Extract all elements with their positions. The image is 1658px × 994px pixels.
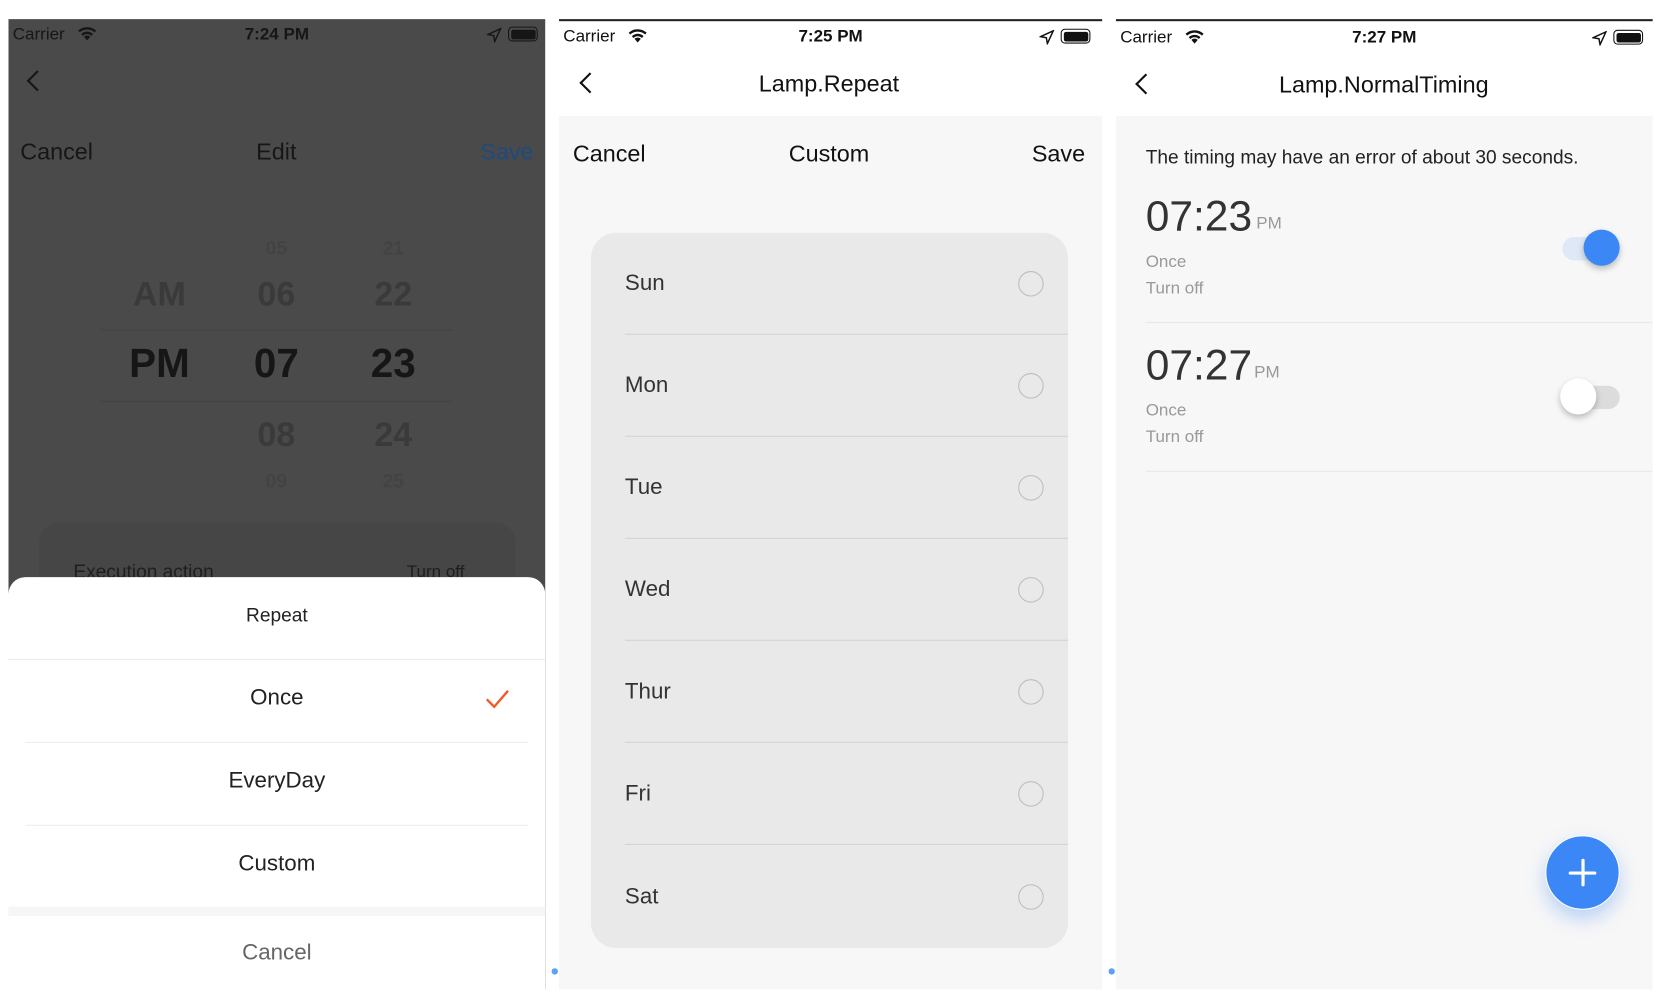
battery-icon [1613, 29, 1644, 45]
location-arrow-icon [1039, 29, 1055, 45]
day-row-wed[interactable]: Wed [591, 539, 1069, 641]
day-label: Fri [624, 781, 651, 806]
page-indicator-dot [551, 968, 558, 975]
day-row-tue[interactable]: Tue [591, 437, 1069, 539]
picker-hour-selected[interactable]: 07 [254, 342, 299, 388]
picker-minute[interactable]: 24 [374, 415, 412, 454]
timer-item[interactable]: 07:23 PM Once Turn off [1116, 174, 1653, 324]
page-title: Lamp.Repeat [758, 70, 900, 97]
picker-minute-selected[interactable]: 23 [371, 342, 416, 388]
custom-repeat-screen: Carrier 7:25 PM Lamp.Repeat Cancel Custo… [559, 19, 1103, 990]
option-label: Custom [238, 851, 316, 876]
wifi-icon [78, 27, 97, 41]
timer-repeat: Once [1145, 401, 1187, 420]
radio-icon[interactable] [1018, 679, 1044, 705]
battery-icon [1060, 28, 1091, 44]
picker-divider [100, 329, 452, 331]
day-row-sat[interactable]: Sat [591, 846, 1068, 948]
picker-ampm-pm[interactable]: PM [129, 342, 190, 388]
nav-header: Carrier 7:25 PM Lamp.Repeat [559, 21, 1103, 116]
carrier-label: Carrier [12, 25, 65, 44]
day-label: Thur [624, 679, 671, 704]
status-bar: Carrier 7:24 PM [9, 19, 546, 51]
timing-notice: The timing may have an error of about 30… [1145, 146, 1579, 168]
day-row-thur[interactable]: Thur [591, 641, 1069, 743]
add-timer-button[interactable] [1545, 835, 1620, 910]
page-title: Lamp.NormalTiming [1278, 71, 1489, 98]
timer-item[interactable]: 07:27 PM Once Turn off [1116, 323, 1653, 472]
day-label: Sun [624, 271, 665, 296]
day-label: Mon [624, 373, 669, 398]
radio-icon[interactable] [1018, 271, 1044, 297]
option-everyday[interactable]: EveryDay [9, 743, 546, 825]
status-bar: Carrier 7:27 PM [1116, 21, 1653, 53]
option-once[interactable]: Once [9, 660, 546, 742]
location-arrow-icon [486, 27, 502, 43]
day-row-fri[interactable]: Fri [591, 743, 1069, 845]
picker-minute[interactable]: 25 [383, 470, 404, 492]
picker-hour[interactable]: 06 [257, 275, 295, 314]
cancel-button[interactable]: Cancel [573, 140, 646, 168]
checkmark-icon [485, 690, 509, 709]
cancel-label: Cancel [242, 940, 312, 966]
picker-hour[interactable]: 09 [266, 470, 287, 492]
day-label: Sat [624, 884, 659, 909]
timer-repeat: Once [1145, 252, 1187, 272]
day-label: Tue [624, 475, 663, 500]
option-label: Once [250, 685, 304, 710]
wifi-icon [1185, 30, 1204, 44]
status-time: 7:27 PM [1352, 28, 1417, 47]
sheet-cancel-button[interactable]: Cancel [9, 917, 546, 989]
back-chevron-icon[interactable] [26, 70, 48, 92]
radio-icon[interactable] [1018, 884, 1044, 910]
status-time: 7:24 PM [244, 25, 309, 44]
repeat-action-sheet: Repeat Once EveryDay Custom Cancel [8, 577, 546, 990]
picker-ampm-am[interactable]: AM [133, 275, 186, 314]
back-chevron-icon[interactable] [1135, 73, 1157, 95]
picker-divider [100, 400, 452, 402]
status-bar: Carrier 7:25 PM [559, 21, 1102, 53]
option-custom[interactable]: Custom [9, 826, 546, 907]
timer-ampm: PM [1254, 363, 1280, 382]
save-button[interactable]: Save [1032, 140, 1085, 168]
page-title: Edit [256, 138, 297, 165]
sheet-gap [8, 906, 546, 917]
sheet-title: Repeat [246, 604, 308, 626]
custom-title: Custom [788, 140, 870, 167]
radio-icon[interactable] [1018, 373, 1044, 399]
day-row-mon[interactable]: Mon [591, 335, 1069, 437]
status-time: 7:25 PM [798, 27, 863, 46]
timer-action: Turn off [1145, 279, 1204, 298]
picker-minute[interactable]: 22 [374, 275, 412, 314]
timer-toggle-on[interactable] [1562, 229, 1620, 266]
battery-icon [508, 26, 538, 42]
weekday-list: Sun Mon Tue Wed Thur Fri Sat [590, 232, 1069, 949]
picker-minute[interactable]: 21 [383, 238, 404, 260]
radio-icon[interactable] [1018, 475, 1044, 501]
page-indicator-dot [1108, 968, 1115, 975]
option-label: EveryDay [228, 768, 326, 793]
timer-action: Turn off [1145, 428, 1204, 447]
nav-header: Carrier 7:27 PM Lamp.NormalTiming [1115, 21, 1653, 116]
timer-time: 07:23 [1145, 193, 1253, 241]
timer-ampm: PM [1256, 214, 1282, 233]
day-label: Wed [624, 577, 671, 602]
radio-icon[interactable] [1018, 781, 1044, 807]
timer-time: 07:27 [1145, 342, 1253, 389]
cancel-button[interactable]: Cancel [20, 138, 93, 166]
back-chevron-icon[interactable] [579, 72, 601, 94]
picker-hour[interactable]: 05 [266, 238, 287, 260]
location-arrow-icon [1592, 30, 1607, 46]
picker-hour[interactable]: 08 [257, 415, 295, 454]
timer-toggle-off[interactable] [1560, 378, 1620, 415]
carrier-label: Carrier [563, 27, 616, 46]
radio-icon[interactable] [1018, 577, 1044, 603]
carrier-label: Carrier [1120, 28, 1173, 47]
edit-timer-screen: Carrier 7:24 PM Cancel Edit Save AM PM 0… [8, 19, 546, 990]
normal-timing-screen: Carrier 7:27 PM Lamp.NormalTiming The ti… [1115, 19, 1653, 990]
day-row-sun[interactable]: Sun [591, 233, 1069, 335]
save-button[interactable]: Save [480, 138, 533, 166]
wifi-icon [628, 29, 647, 43]
